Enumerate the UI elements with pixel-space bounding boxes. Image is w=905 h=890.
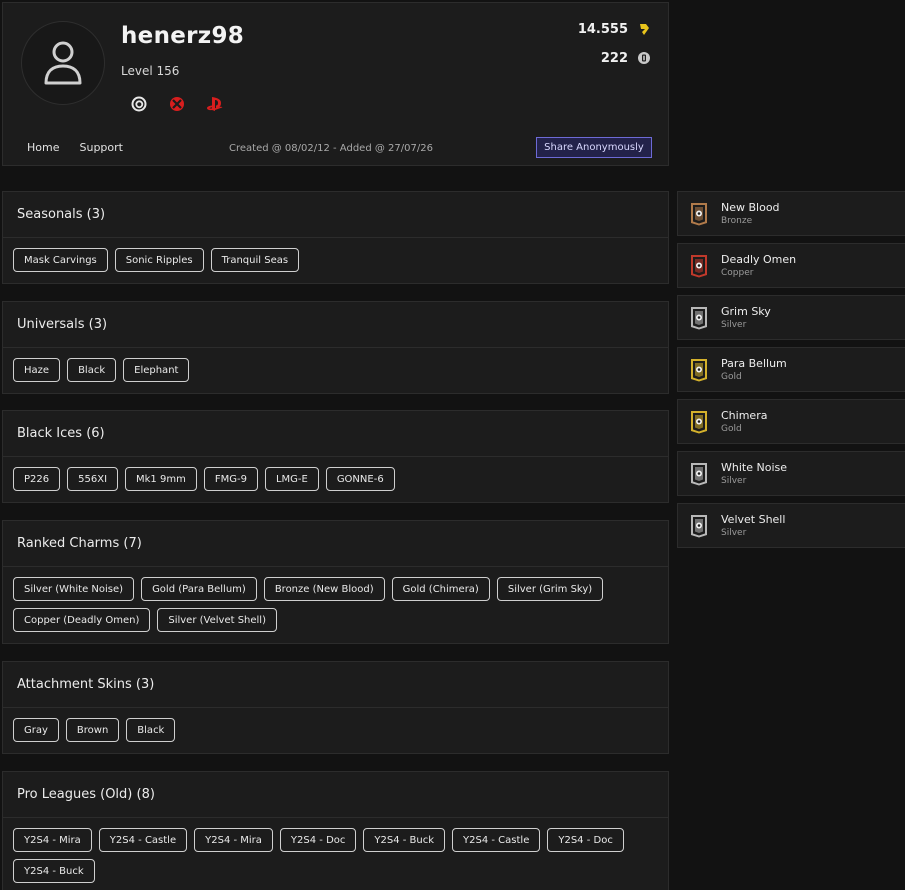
charm-tier: Silver (721, 528, 747, 538)
chip[interactable]: Gold (Para Bellum) (141, 577, 257, 601)
section-title: Seasonals (3) (3, 192, 668, 238)
ubisoft-icon[interactable] (129, 94, 149, 114)
platform-list (129, 94, 225, 114)
nav-support[interactable]: Support (79, 141, 122, 154)
chip[interactable]: Y2S4 - Buck (363, 828, 446, 852)
section-title: Attachment Skins (3) (3, 662, 668, 708)
chip[interactable]: FMG-9 (203, 467, 258, 491)
chip[interactable]: Bronze (New Blood) (263, 577, 385, 601)
chip[interactable]: Black (67, 358, 117, 382)
chip-list: Gray Brown Black (3, 708, 668, 749)
playstation-icon[interactable] (205, 94, 225, 114)
chip[interactable]: Mask Carvings (13, 248, 108, 272)
chip[interactable]: 556XI (67, 467, 119, 491)
chip-list: Silver (White Noise) Gold (Para Bellum) … (3, 567, 668, 639)
section-seasonals: Seasonals (3) Mask Carvings Sonic Ripple… (2, 191, 669, 284)
section-title: Pro Leagues (Old) (8) (3, 772, 668, 818)
user-icon (44, 41, 82, 85)
chip[interactable]: Y2S4 - Castle (452, 828, 541, 852)
chip[interactable]: Y2S4 - Doc (547, 828, 624, 852)
chip[interactable]: Copper (Deadly Omen) (13, 608, 151, 632)
charm-name: Velvet Shell (721, 513, 786, 526)
charm-name: Para Bellum (721, 357, 787, 370)
charm-item[interactable]: New Blood Bronze (677, 191, 905, 236)
charm-name: Grim Sky (721, 305, 771, 318)
chip-list: P226 556XI Mk1 9mm FMG-9 LMG-E GONNE-6 (3, 457, 668, 498)
chip[interactable]: Silver (Velvet Shell) (157, 608, 277, 632)
charm-tier: Silver (721, 476, 747, 486)
chip[interactable]: Elephant (123, 358, 190, 382)
chip[interactable]: P226 (13, 467, 61, 491)
chip[interactable]: Y2S4 - Castle (98, 828, 188, 852)
chip[interactable]: Gold (Chimera) (391, 577, 490, 601)
chip[interactable]: Silver (Grim Sky) (496, 577, 604, 601)
charm-item[interactable]: Deadly Omen Copper (677, 243, 905, 288)
profile-nav: Home Support (27, 141, 123, 154)
chip[interactable]: Black (126, 718, 176, 742)
charm-item[interactable]: White Noise Silver (677, 451, 905, 496)
avatar (21, 21, 105, 105)
section-black-ices: Black Ices (6) P226 556XI Mk1 9mm FMG-9 … (2, 410, 669, 503)
chip[interactable]: LMG-E (264, 467, 319, 491)
renown-display: 222 (601, 50, 652, 66)
charm-tier: Bronze (721, 216, 753, 226)
section-title: Ranked Charms (7) (3, 521, 668, 567)
charm-tier: Silver (721, 320, 747, 330)
created-date: Created @ 08/02/12 - Added @ 27/07/26 (229, 143, 433, 154)
profile-card: henerz98 Level 156 14.555 222 Home Suppo… (2, 2, 669, 166)
charm-badge-icon (691, 515, 707, 538)
charm-name: New Blood (721, 201, 780, 214)
chip[interactable]: Y2S4 - Mira (194, 828, 273, 852)
credits-display: 14.555 (578, 21, 652, 37)
charm-name: White Noise (721, 461, 787, 474)
credits-value: 14.555 (577, 21, 628, 37)
chip[interactable]: Silver (White Noise) (13, 577, 135, 601)
chip[interactable]: Haze (13, 358, 61, 382)
section-title: Universals (3) (3, 302, 668, 348)
section-attachment-skins: Attachment Skins (3) Gray Brown Black (2, 661, 669, 754)
chip[interactable]: Gray (13, 718, 59, 742)
charm-badge-icon (691, 463, 707, 486)
charm-tier: Gold (721, 424, 742, 434)
chip[interactable]: Y2S4 - Mira (13, 828, 92, 852)
share-anonymously-button[interactable]: Share Anonymously (536, 137, 652, 158)
charm-item[interactable]: Para Bellum Gold (677, 347, 905, 392)
section-universals: Universals (3) Haze Black Elephant (2, 301, 669, 394)
chip[interactable]: Y2S4 - Buck (13, 859, 95, 883)
charm-badge-icon (691, 203, 707, 226)
chip[interactable]: Y2S4 - Doc (279, 828, 357, 852)
charm-name: Deadly Omen (721, 253, 797, 266)
chip-list: Mask Carvings Sonic Ripples Tranquil Sea… (3, 238, 668, 279)
xbox-icon[interactable] (167, 94, 187, 114)
section-ranked-charms: Ranked Charms (7) Silver (White Noise) G… (2, 520, 669, 644)
section-title: Black Ices (6) (3, 411, 668, 457)
chip[interactable]: Sonic Ripples (114, 248, 204, 272)
charm-item[interactable]: Grim Sky Silver (677, 295, 905, 340)
charm-badge-icon (691, 255, 707, 278)
charm-tier: Gold (721, 372, 742, 382)
r6-credits-icon (636, 21, 652, 37)
chip[interactable]: Mk1 9mm (125, 467, 197, 491)
chip[interactable]: GONNE-6 (325, 467, 395, 491)
chip[interactable]: Tranquil Seas (210, 248, 300, 272)
charm-tier: Copper (721, 268, 754, 278)
charm-item[interactable]: Velvet Shell Silver (677, 503, 905, 548)
player-level: Level 156 (121, 64, 180, 78)
charm-badge-icon (691, 359, 707, 382)
charm-badge-icon (691, 307, 707, 330)
charm-name: Chimera (721, 409, 768, 422)
username: henerz98 (121, 23, 245, 49)
section-pro-leagues: Pro Leagues (Old) (8) Y2S4 - Mira Y2S4 -… (2, 771, 669, 890)
chip-list: Y2S4 - Mira Y2S4 - Castle Y2S4 - Mira Y2… (3, 818, 668, 890)
chip[interactable]: Brown (65, 718, 120, 742)
renown-value: 222 (600, 50, 628, 66)
chip-list: Haze Black Elephant (3, 348, 668, 389)
charm-badge-icon (691, 411, 707, 434)
nav-home[interactable]: Home (27, 141, 59, 154)
charm-item[interactable]: Chimera Gold (677, 399, 905, 444)
renown-icon (636, 50, 652, 66)
